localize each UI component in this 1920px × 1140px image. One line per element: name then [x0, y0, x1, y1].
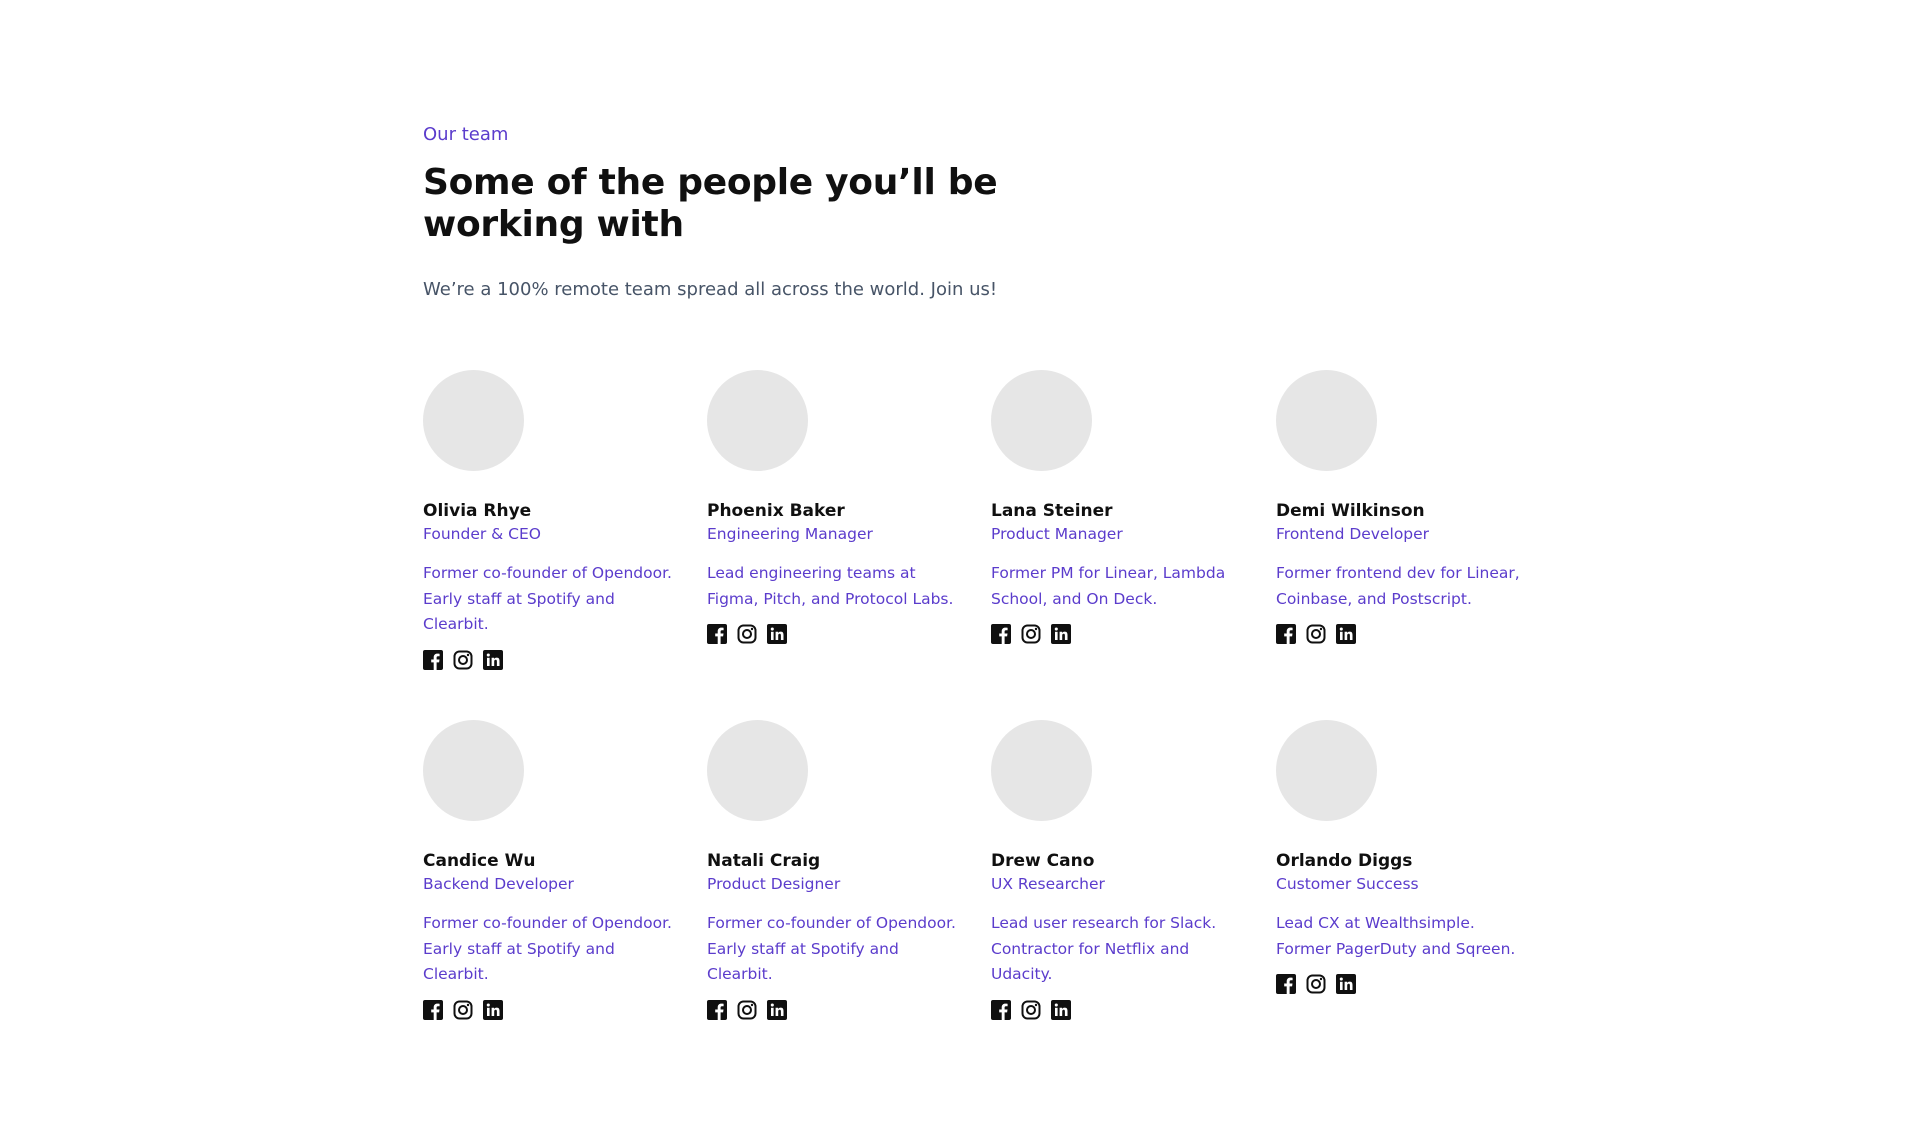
instagram-icon[interactable] [737, 624, 757, 644]
team-member-card: Phoenix Baker Engineering Manager Lead e… [707, 370, 957, 644]
instagram-icon[interactable] [1306, 974, 1326, 994]
team-member-card: Olivia Rhye Founder & CEO Former co-foun… [423, 370, 673, 670]
member-name: Natali Craig [707, 851, 821, 871]
member-name: Lana Steiner [991, 501, 1113, 521]
member-bio: Lead engineering teams at Figma, Pitch, … [707, 564, 954, 608]
member-bio: Former co-founder of Opendoor. Early sta… [707, 914, 956, 983]
linkedin-icon[interactable] [1336, 624, 1356, 644]
facebook-icon[interactable] [1276, 974, 1296, 994]
social-links [423, 649, 673, 670]
member-bio: Former co-founder of Opendoor. Early sta… [423, 564, 672, 633]
instagram-icon[interactable] [1306, 624, 1326, 644]
member-bio: Former frontend dev for Linear, Coinbase… [1276, 564, 1520, 608]
section-eyebrow: Our team [423, 124, 509, 145]
linkedin-icon[interactable] [767, 999, 787, 1020]
member-name: Candice Wu [423, 851, 536, 871]
social-links [707, 999, 957, 1020]
facebook-icon[interactable] [707, 999, 727, 1020]
instagram-icon[interactable] [453, 1000, 473, 1020]
instagram-icon[interactable] [1021, 624, 1041, 644]
linkedin-icon[interactable] [483, 649, 503, 670]
team-section: Our team Some of the people you’ll be wo… [423, 124, 1533, 1020]
linkedin-icon[interactable] [1051, 999, 1071, 1020]
facebook-icon[interactable] [423, 649, 443, 670]
avatar [991, 370, 1092, 471]
avatar [1276, 370, 1377, 471]
member-role: Customer Success [1276, 875, 1419, 893]
facebook-icon[interactable] [423, 999, 443, 1020]
team-member-card: Lana Steiner Product Manager Former PM f… [991, 370, 1241, 644]
member-role: Founder & CEO [423, 525, 541, 543]
team-member-card: Orlando Diggs Customer Success Lead CX a… [1276, 720, 1526, 994]
linkedin-icon[interactable] [1051, 624, 1071, 644]
member-bio: Former PM for Linear, Lambda School, and… [991, 564, 1226, 608]
facebook-icon[interactable] [991, 624, 1011, 644]
member-name: Olivia Rhye [423, 501, 532, 521]
facebook-icon[interactable] [1276, 624, 1296, 644]
linkedin-icon[interactable] [1336, 974, 1356, 994]
instagram-icon[interactable] [453, 650, 473, 670]
avatar [991, 720, 1092, 821]
member-name: Demi Wilkinson [1276, 501, 1425, 521]
avatar [1276, 720, 1377, 821]
team-member-card: Drew Cano UX Researcher Lead user resear… [991, 720, 1241, 1020]
avatar [423, 720, 524, 821]
section-subheading: We’re a 100% remote team spread all acro… [423, 279, 998, 300]
facebook-icon[interactable] [707, 624, 727, 644]
linkedin-icon[interactable] [767, 624, 787, 644]
linkedin-icon[interactable] [483, 999, 503, 1020]
instagram-icon[interactable] [737, 1000, 757, 1020]
social-links [991, 624, 1241, 644]
member-bio: Lead user research for Slack. Contractor… [991, 914, 1217, 983]
member-role: Engineering Manager [707, 525, 873, 543]
member-bio: Lead CX at Wealthsimple. Former PagerDut… [1276, 914, 1516, 958]
member-role: Product Designer [707, 875, 841, 893]
social-links [707, 624, 957, 644]
instagram-icon[interactable] [1021, 1000, 1041, 1020]
social-links [423, 999, 673, 1020]
team-member-card: Candice Wu Backend Developer Former co-f… [423, 720, 673, 1020]
facebook-icon[interactable] [991, 999, 1011, 1020]
avatar [423, 370, 524, 471]
avatar [707, 370, 808, 471]
team-member-card: Natali Craig Product Designer Former co-… [707, 720, 957, 1020]
member-role: Backend Developer [423, 875, 574, 893]
member-bio: Former co-founder of Opendoor. Early sta… [423, 914, 672, 983]
section-heading: Some of the people you’ll be working wit… [423, 162, 998, 245]
member-name: Drew Cano [991, 851, 1095, 871]
member-role: UX Researcher [991, 875, 1105, 893]
member-role: Product Manager [991, 525, 1123, 543]
avatar [707, 720, 808, 821]
member-name: Phoenix Baker [707, 501, 845, 521]
member-role: Frontend Developer [1276, 525, 1430, 543]
member-name: Orlando Diggs [1276, 851, 1413, 871]
social-links [1276, 974, 1526, 994]
social-links [1276, 624, 1526, 644]
social-links [991, 999, 1241, 1020]
team-member-card: Demi Wilkinson Frontend Developer Former… [1276, 370, 1526, 644]
